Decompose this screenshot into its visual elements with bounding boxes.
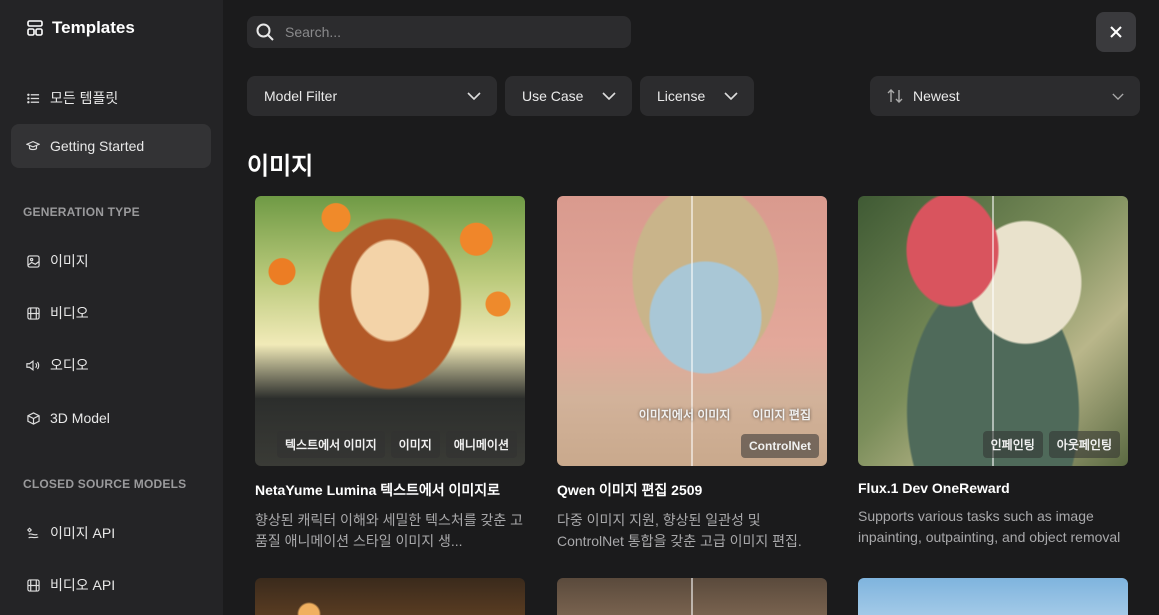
template-title: Flux.1 Dev OneReward <box>858 480 1010 496</box>
section-label-closed-source: CLOSED SOURCE MODELS <box>23 477 187 491</box>
chevron-down-icon <box>1112 92 1124 100</box>
license-dropdown[interactable]: License <box>640 76 754 116</box>
app-title: Templates <box>52 18 135 37</box>
speaker-icon <box>26 358 40 372</box>
template-thumbnail: 인페인팅 아웃페인팅 <box>858 196 1128 466</box>
template-description: 다중 이미지 지원, 향상된 일관성 및 ControlNet 통합을 갖춘 고… <box>557 512 802 549</box>
tag-list: 텍스트에서 이미지 이미지 애니메이션 <box>277 431 517 458</box>
template-card[interactable]: 인페인팅 아웃페인팅 Flux.1 Dev OneReward Supports… <box>858 196 1128 548</box>
model-filter-label: Model Filter <box>264 88 338 104</box>
app-brand: Templates <box>26 16 135 40</box>
sort-label: Newest <box>913 88 960 104</box>
sidebar-item-all-templates[interactable]: 모든 템플릿 <box>11 76 211 120</box>
template-thumbnail[interactable] <box>557 578 827 615</box>
sidebar-item-label: 이미지 API <box>50 525 116 541</box>
search-bar[interactable] <box>247 16 631 48</box>
sidebar-item-label: 이미지 <box>50 253 89 269</box>
compare-divider[interactable] <box>992 196 994 466</box>
sidebar-item-video[interactable]: 비디오 <box>11 291 211 335</box>
template-thumbnail: 텍스트에서 이미지 이미지 애니메이션 <box>255 196 525 466</box>
tag-list: 이미지에서 이미지 이미지 편집 <box>631 401 819 428</box>
film-icon <box>26 306 40 320</box>
sidebar: Templates 모든 템플릿 Getting Started GENERAT… <box>0 0 223 615</box>
sidebar-item-label: 3D Model <box>50 410 110 426</box>
template-card[interactable]: 이미지에서 이미지 이미지 편집 ControlNet Qwen 이미지 편집 … <box>557 196 827 552</box>
sort-icon <box>887 89 903 103</box>
sidebar-item-3d-model[interactable]: 3D Model <box>11 396 211 440</box>
sidebar-item-label: 비디오 API <box>50 577 116 593</box>
cube-icon <box>26 411 40 425</box>
sidebar-item-label: 비디오 <box>50 305 89 321</box>
list-icon <box>26 91 40 105</box>
template-title: NetaYume Lumina 텍스트에서 이미지로 <box>255 482 501 498</box>
chevron-down-icon <box>602 92 616 100</box>
license-label: License <box>657 88 706 104</box>
template-title: Qwen 이미지 편집 2509 <box>557 482 703 498</box>
templates-icon <box>26 19 44 37</box>
sidebar-item-audio[interactable]: 오디오 <box>11 343 211 387</box>
sidebar-item-getting-started[interactable]: Getting Started <box>11 124 211 168</box>
search-icon <box>255 22 275 42</box>
film-icon <box>26 578 40 592</box>
sparkle-image-icon <box>26 526 40 540</box>
tag: 텍스트에서 이미지 <box>277 431 385 458</box>
template-thumbnail[interactable] <box>255 578 525 615</box>
sidebar-item-label: Getting Started <box>50 138 145 154</box>
tag: 인페인팅 <box>982 431 1043 458</box>
compare-divider <box>691 578 693 615</box>
image-icon <box>26 254 40 268</box>
tag: 이미지에서 이미지 <box>638 408 731 422</box>
close-button[interactable] <box>1096 12 1136 52</box>
sidebar-item-label: 오디오 <box>50 357 89 373</box>
template-thumbnail[interactable] <box>858 578 1128 615</box>
close-icon <box>1109 25 1123 39</box>
template-card[interactable]: 텍스트에서 이미지 이미지 애니메이션 NetaYume Lumina 텍스트에… <box>255 196 525 552</box>
use-case-label: Use Case <box>522 88 584 104</box>
use-case-dropdown[interactable]: Use Case <box>505 76 632 116</box>
sidebar-item-video-api[interactable]: 비디오 API <box>11 563 211 607</box>
section-label-generation-type: GENERATION TYPE <box>23 205 140 219</box>
tag: 이미지 편집 <box>752 408 811 422</box>
tag-list: ControlNet <box>741 434 819 458</box>
model-filter-dropdown[interactable]: Model Filter <box>247 76 497 116</box>
sidebar-item-image-api[interactable]: 이미지 API <box>11 511 211 555</box>
sort-dropdown[interactable]: Newest <box>870 76 1140 116</box>
sidebar-item-label: 모든 템플릿 <box>50 90 119 106</box>
graduation-cap-icon <box>26 139 40 153</box>
tag: 애니메이션 <box>445 431 517 458</box>
chevron-down-icon <box>724 92 738 100</box>
sidebar-item-image[interactable]: 이미지 <box>11 239 211 283</box>
tag: 아웃페인팅 <box>1048 431 1120 458</box>
template-description: 향상된 캐릭터 이해와 세밀한 텍스처를 갖춘 고품질 애니메이션 스타일 이미… <box>255 512 524 549</box>
tag: 이미지 <box>390 431 440 458</box>
chevron-down-icon <box>467 92 481 100</box>
template-description: Supports various tasks such as image inp… <box>858 508 1121 545</box>
tag-list: 인페인팅 아웃페인팅 <box>982 431 1120 458</box>
tag: ControlNet <box>741 434 819 458</box>
section-title: 이미지 <box>247 153 314 180</box>
search-input[interactable] <box>285 24 605 40</box>
template-thumbnail: 이미지에서 이미지 이미지 편집 ControlNet <box>557 196 827 466</box>
